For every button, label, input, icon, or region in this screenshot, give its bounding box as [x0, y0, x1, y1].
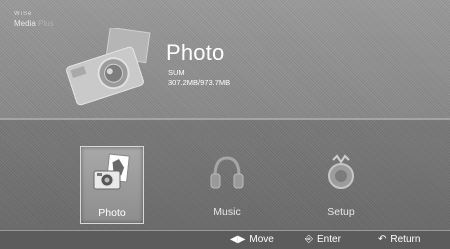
help-return: ↶ Return: [378, 234, 420, 245]
brand-suffix: Plus: [38, 19, 54, 28]
menu-item-label: Photo: [98, 207, 126, 219]
menu-item-setup[interactable]: Setup: [310, 146, 372, 222]
divider: [0, 118, 450, 120]
help-return-label: Return: [390, 234, 421, 245]
brand-logo: WiSe Media Plus: [14, 10, 54, 28]
enter-icon: ⎆: [305, 234, 313, 245]
help-move-label: Move: [249, 234, 274, 245]
brand-text: Media: [14, 19, 36, 28]
storage-usage: 307.2MB/973.7MB: [168, 78, 231, 87]
device-name: SUM: [168, 68, 185, 77]
move-arrows-icon: ◀▶: [230, 234, 246, 245]
menu-item-label: Music: [213, 206, 241, 218]
help-move: ◀▶ Move: [230, 234, 274, 245]
menu-item-photo[interactable]: Photo: [80, 146, 144, 224]
device-info: SUM 307.2MB/973.7MB: [168, 68, 230, 88]
info-panel: WiSe Media Plus Photo SUM 307.2MB/973.7M…: [0, 0, 450, 118]
media-play-screen: WiSe Media Plus Photo SUM 307.2MB/973.7M…: [0, 0, 450, 249]
return-icon: ↶: [378, 234, 387, 245]
brand-mark: WiSe: [14, 11, 33, 17]
headphones-icon: [210, 156, 244, 189]
section-title: Photo: [166, 40, 225, 65]
setup-icon: [328, 154, 354, 189]
help-enter-label: Enter: [317, 234, 341, 245]
help-enter: ⎆ Enter: [305, 234, 341, 245]
menu-item-music[interactable]: Music: [196, 146, 258, 222]
camera-illustration-icon: [66, 28, 151, 106]
photo-icon: [93, 153, 130, 190]
menu-item-label: Setup: [327, 206, 355, 218]
help-bar: ◀▶ Move ⎆ Enter ↶ Return: [0, 230, 450, 249]
